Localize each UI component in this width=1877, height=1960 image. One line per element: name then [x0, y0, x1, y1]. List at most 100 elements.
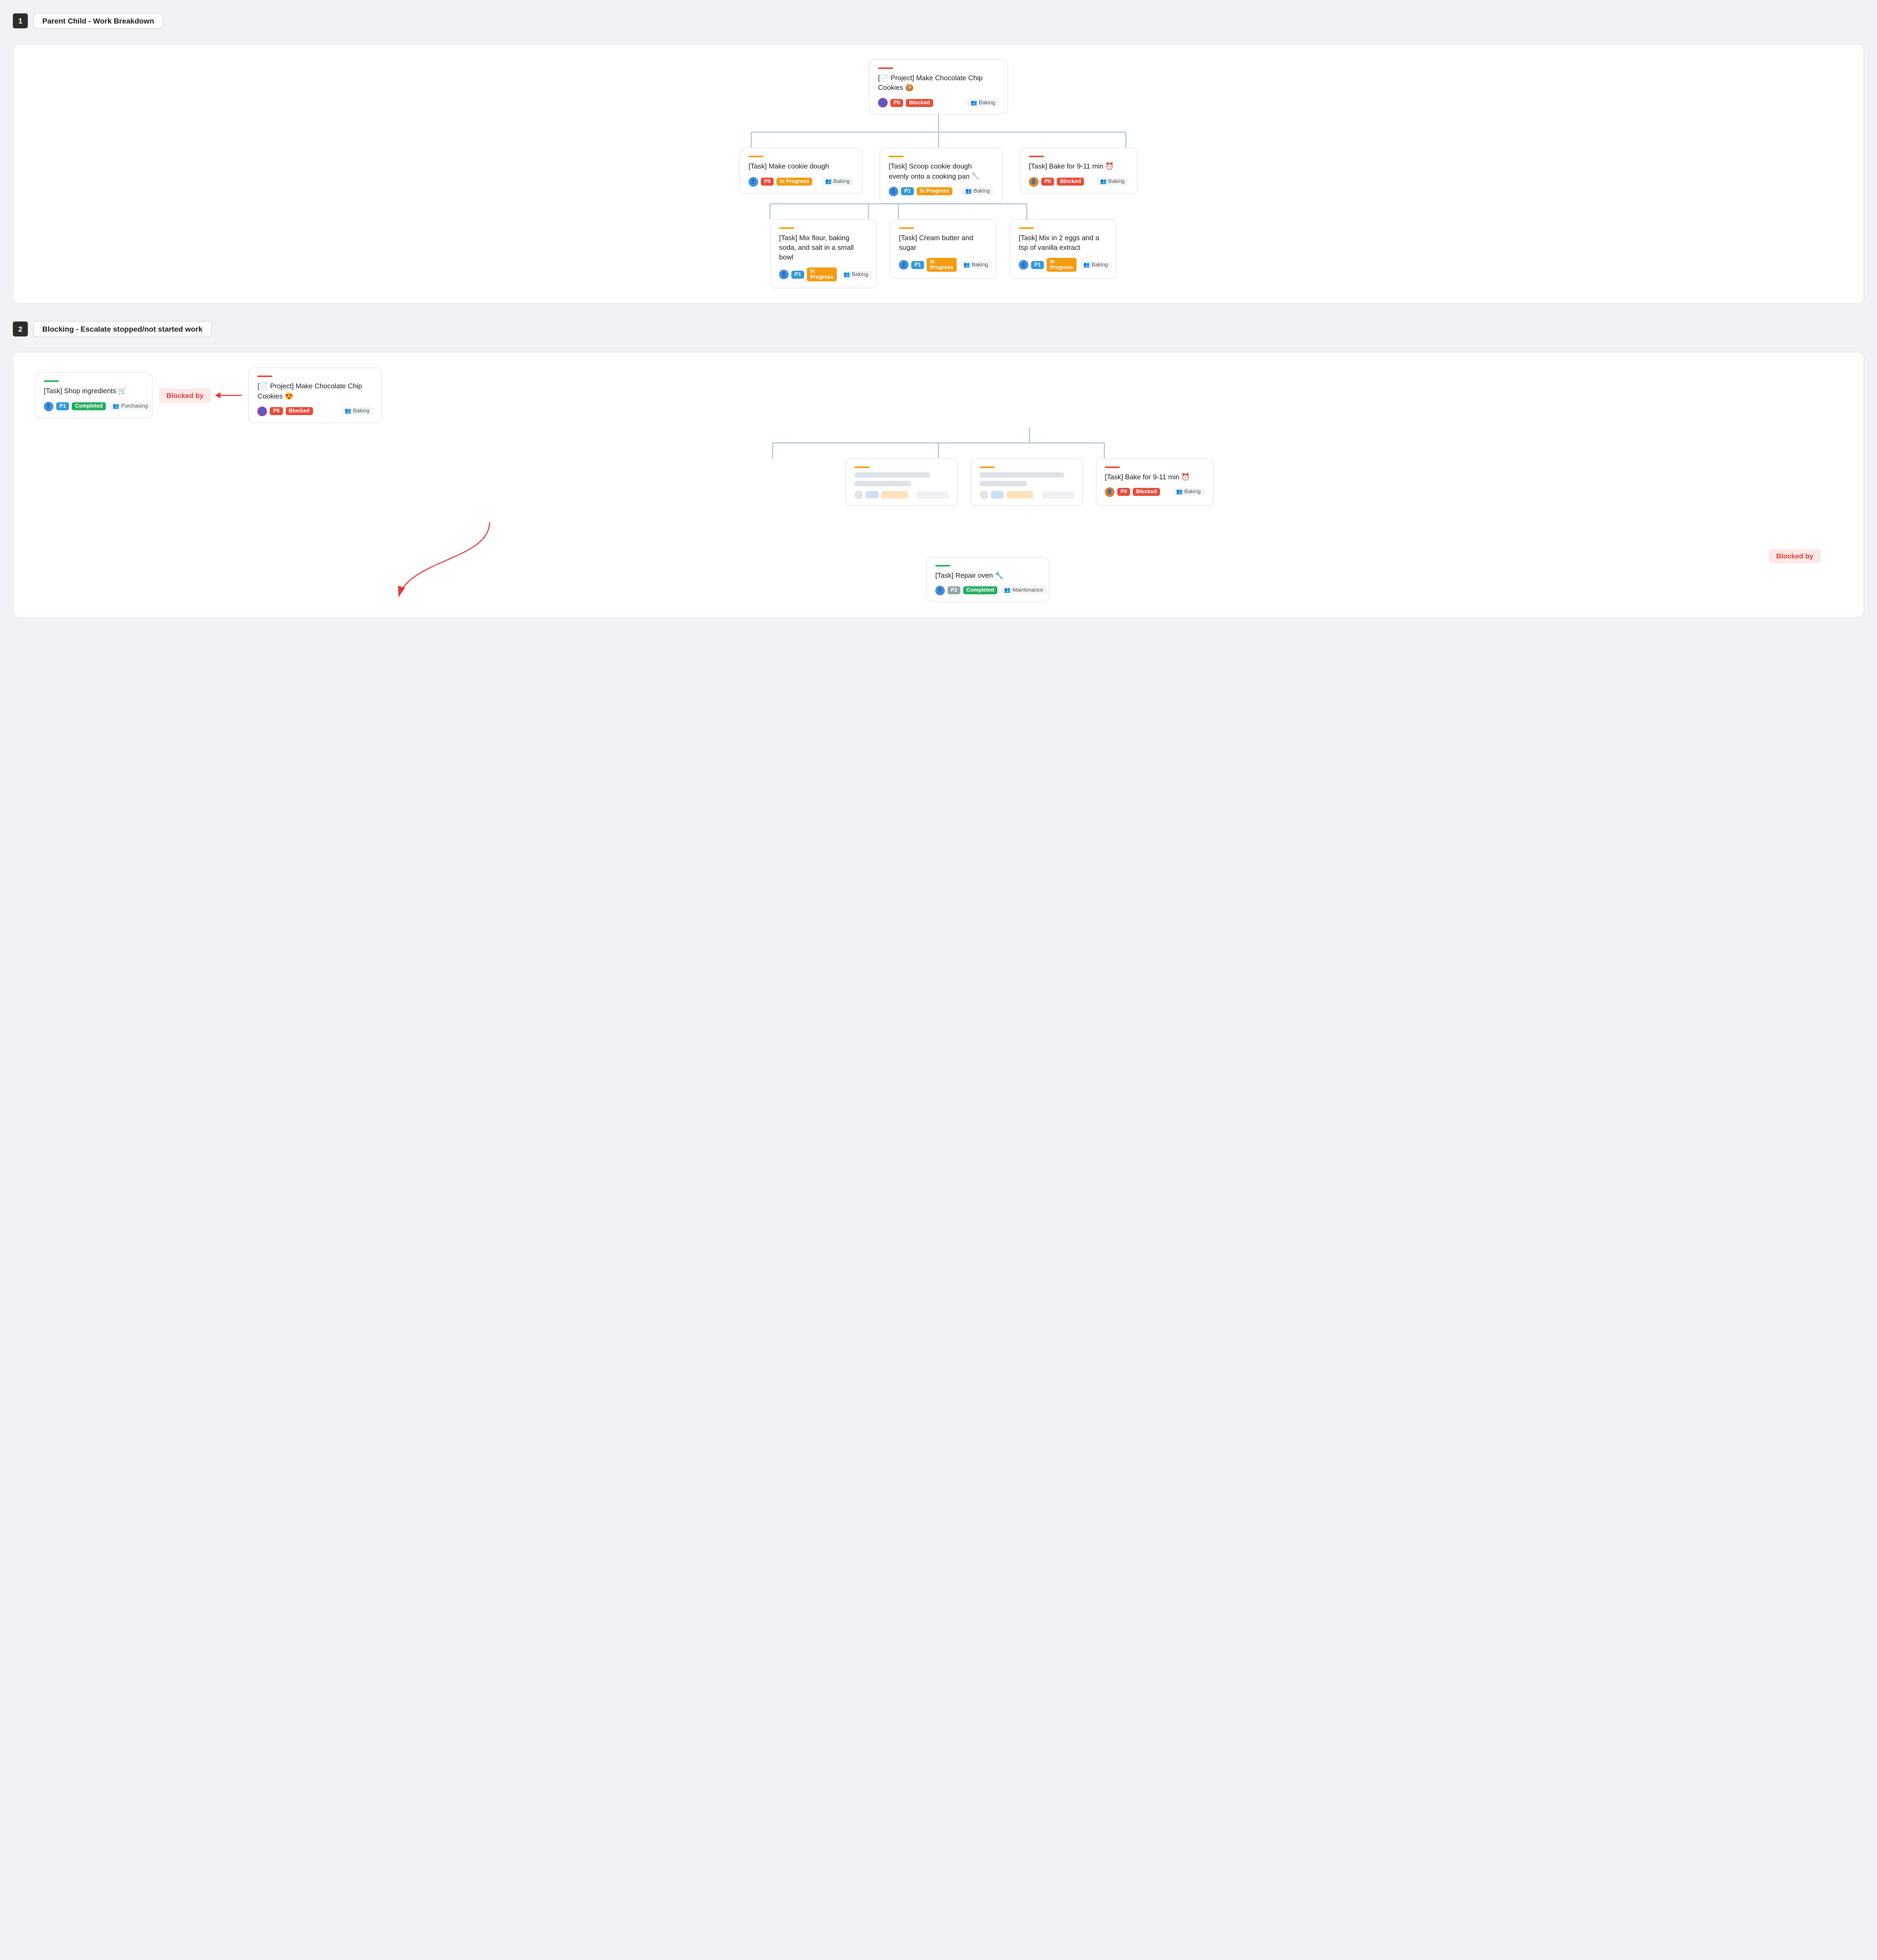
blocked-by-label-2-wrapper: Blocked by — [1769, 549, 1821, 563]
l3-card-2-accent — [899, 227, 914, 229]
l3-card-2-team: 👥 Baking — [960, 261, 992, 269]
s2-blurred-1-status — [881, 491, 908, 499]
s2-blurred-card-1 — [845, 458, 958, 506]
section-2-number: 2 — [13, 321, 28, 336]
root-footer: 👤 P0 Blocked 👥 Baking — [878, 98, 999, 108]
l3-card-3-footer: 👤 P1 In Progress 👥 Baking — [1019, 258, 1108, 272]
s2-blurred-1-line2 — [854, 481, 911, 486]
blocked-by-label-2: Blocked by — [1769, 549, 1821, 563]
s2-project-footer: 👤 P0 Blocked 👥 Baking — [257, 407, 373, 416]
s2-blocked-row: [Task] Shop ingredients 🛒 👤 P1 Completed… — [24, 368, 1853, 423]
s2-project-status: Blocked — [286, 407, 313, 415]
l3-card-3-status: In Progress — [1047, 258, 1076, 272]
s2-project-card[interactable]: [📄 Project] Make Chocolate Chip Cookies … — [248, 368, 382, 423]
l3-card-2[interactable]: [Task] Cream butter and sugar 👤 P1 In Pr… — [890, 219, 997, 279]
arrow-head-1 — [215, 392, 220, 399]
l2-card-1-team: 👥 Baking — [821, 178, 853, 186]
l2-card-1-footer: 👤 P0 In Progress 👥 Baking — [749, 177, 853, 187]
s2-blurred-1-line1 — [854, 472, 930, 478]
section-1-title: Parent Child - Work Breakdown — [33, 13, 163, 29]
s2-bake-card[interactable]: [Task] Bake for 9-11 min ⏰ 👤 P0 Blocked … — [1096, 458, 1214, 506]
l3-card-1-title: [Task] Mix flour, baking soda, and salt … — [779, 233, 868, 263]
s2-blurred-1-team — [917, 491, 949, 499]
l2-card-2-avatar: 👤 — [889, 187, 898, 196]
section-1-header: 1 Parent Child - Work Breakdown — [13, 13, 1864, 29]
s2-project-team-icon: 👥 — [345, 408, 351, 414]
l2-card-3-team: 👥 Baking — [1096, 178, 1128, 186]
l2-col-2: [Task] Scoop cookie dough evenly onto a … — [880, 148, 1003, 203]
l3-card-3-team-icon: 👥 — [1084, 262, 1090, 268]
l3-card-1[interactable]: [Task] Mix flour, baking soda, and salt … — [770, 219, 877, 289]
section-1-number: 1 — [13, 13, 28, 28]
section-2-title: Blocking - Escalate stopped/not started … — [33, 321, 212, 337]
s2-bake-avatar: 👤 — [1105, 487, 1115, 497]
s2-blurred-2-line1 — [980, 472, 1064, 478]
s2-repair-card[interactable]: [Task] Repair oven 🔧 👤 P2 Completed 👥 Ma… — [926, 557, 1049, 602]
l2-card-1-priority: P0 — [761, 178, 774, 186]
s2-shop-team-label: Purchasing — [121, 403, 148, 409]
s2-bake-team-label: Baking — [1184, 489, 1201, 495]
v-line-root-l2 — [938, 114, 939, 132]
root-avatar: 👤 — [878, 98, 888, 108]
l2-card-3-footer: 👤 P0 Blocked 👥 Baking — [1029, 177, 1128, 187]
l3-card-1-team-icon: 👥 — [844, 272, 850, 278]
s2-repair-accent — [935, 565, 950, 566]
root-card[interactable]: [📄 Project] Make Chocolate Chip Cookies … — [869, 59, 1008, 114]
s2-shop-footer: 👤 P1 Completed 👥 Purchasing — [44, 402, 143, 411]
s2-repair-team: 👥 Maintenance — [1001, 586, 1047, 594]
root-team-icon: 👥 — [971, 100, 977, 106]
s2-blurred-1-accent — [854, 466, 869, 468]
blocked-by-label-1: Blocked by — [159, 388, 211, 403]
root-title: [📄 Project] Make Chocolate Chip Cookies … — [878, 73, 999, 93]
l2-card-3-title: [Task] Bake for 9-11 min ⏰ — [1029, 162, 1128, 171]
l3-svg — [770, 203, 1027, 219]
l3-card-3-avatar: 👤 — [1019, 260, 1028, 270]
l2-card-2-footer: 👤 P1 In Progress 👥 Baking — [889, 187, 994, 196]
root-team: 👥 Baking — [967, 99, 999, 107]
s2-blurred-1-avatar — [854, 491, 863, 499]
s2-repair-status: Completed — [963, 586, 997, 594]
l2-card-3-team-icon: 👥 — [1100, 179, 1107, 185]
s2-project-accent — [257, 376, 272, 377]
s2-blurred-2-status — [1006, 491, 1033, 499]
s2-shop-title: [Task] Shop ingredients 🛒 — [44, 386, 143, 396]
s2-v-line-1 — [24, 427, 1853, 442]
s2-blurred-2-accent — [980, 466, 995, 468]
l3-card-2-avatar: 👤 — [899, 260, 909, 270]
l3-card-3-footer-left: 👤 P1 In Progress — [1019, 258, 1077, 272]
l3-card-3[interactable]: [Task] Mix in 2 eggs and a tsp of vanill… — [1010, 219, 1117, 279]
l3-card-2-team-label: Baking — [972, 262, 988, 268]
l3-card-3-accent — [1019, 227, 1034, 229]
l2-card-3[interactable]: [Task] Bake for 9-11 min ⏰ 👤 P0 Blocked … — [1020, 148, 1138, 193]
l2-card-2-title: [Task] Scoop cookie dough evenly onto a … — [889, 162, 994, 181]
blocked-by-connector-1: Blocked by — [159, 388, 242, 403]
root-priority: P0 — [890, 99, 903, 107]
l2-card-2-team: 👥 Baking — [962, 187, 994, 195]
l3-card-1-accent — [779, 227, 794, 229]
root-footer-left: 👤 P0 Blocked — [878, 98, 933, 108]
s2-blurred-2-priority — [991, 491, 1004, 499]
l2-card-1-team-icon: 👥 — [825, 179, 831, 185]
root-node-wrapper: [📄 Project] Make Chocolate Chip Cookies … — [869, 59, 1008, 114]
l2-card-3-avatar: 👤 — [1029, 177, 1039, 187]
s2-shop-card[interactable]: [Task] Shop ingredients 🛒 👤 P1 Completed… — [35, 372, 152, 418]
arrow-line-1 — [220, 395, 242, 396]
section-2-diagram: [Task] Shop ingredients 🛒 👤 P1 Completed… — [13, 352, 1864, 617]
l2-card-1[interactable]: [Task] Make cookie dough 👤 P0 In Progres… — [739, 148, 863, 193]
l2-branch: [Task] Make cookie dough 👤 P0 In Progres… — [739, 132, 1138, 203]
s2-project-team: 👥 Baking — [341, 407, 373, 415]
l2-card-2[interactable]: [Task] Scoop cookie dough evenly onto a … — [880, 148, 1003, 203]
l3-card-1-priority: P1 — [791, 271, 804, 279]
s2-repair-team-icon: 👥 — [1004, 587, 1011, 593]
l2-card-2-team-icon: 👥 — [965, 188, 972, 194]
l3-card-3-team-label: Baking — [1092, 262, 1108, 268]
l3-card-1-team: 👥 Baking — [840, 271, 872, 279]
l2-card-3-footer-left: 👤 P0 Blocked — [1029, 177, 1084, 187]
s2-bake-footer-left: 👤 P0 Blocked — [1105, 487, 1160, 497]
l3-card-2-priority: P1 — [911, 261, 924, 269]
s2-blurred-1-footer-left — [854, 491, 908, 499]
l2-card-2-status: In Progress — [917, 187, 952, 195]
s2-blurred-2-footer — [980, 491, 1074, 499]
l2-cards-row: [Task] Make cookie dough 👤 P0 In Progres… — [739, 148, 1138, 203]
l2-card-3-priority: P0 — [1041, 178, 1054, 186]
